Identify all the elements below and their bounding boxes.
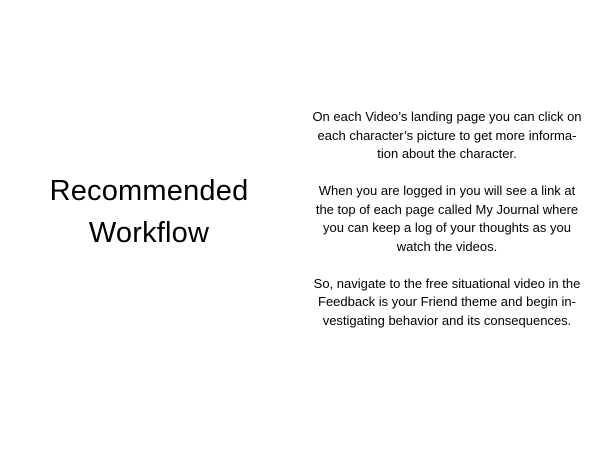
paragraph-my-journal: When you are logged in you will see a li… [298,182,596,256]
slide-title-line-1: Recommended [49,175,249,207]
paragraph-line: each character’s picture to get more inf… [317,127,577,143]
paragraph-line: vestigating behavior and its consequence… [322,312,572,328]
paragraph-line: the top of each page called My Journal w… [315,201,579,217]
paragraph-line: When you are logged in you will see a li… [318,183,576,198]
paragraph-line: On each Video’s landing page you can cli… [312,109,582,124]
paragraph-line: watch the videos. [396,238,498,254]
paragraph-line: tion about the character. [377,146,517,161]
slide: Recommended Workflow On each Video’s lan… [0,0,600,450]
slide-title: Recommended Workflow [18,170,280,254]
paragraph-video-landing-page: On each Video’s landing page you can cli… [298,108,596,164]
paragraph-line: So, navigate to the free situational vid… [313,275,581,291]
paragraph-line: Feedback is your Friend theme and begin … [318,294,576,309]
paragraph-line: you can keep a log of your thoughts as y… [323,220,571,235]
slide-title-line-2: Workflow [88,217,210,249]
slide-body: On each Video’s landing page you can cli… [298,108,596,349]
paragraph-navigate: So, navigate to the free situational vid… [298,275,596,331]
